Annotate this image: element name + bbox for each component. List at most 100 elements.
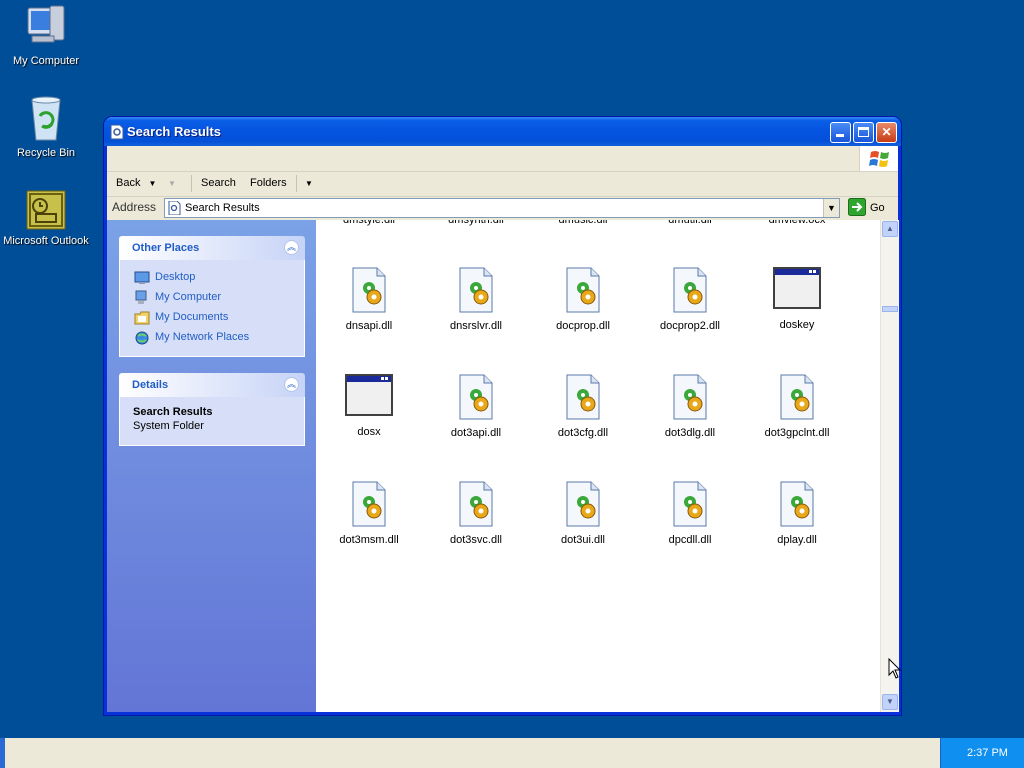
scroll-thumb[interactable] (882, 306, 898, 312)
address-input[interactable]: Search Results ▼ (164, 198, 840, 218)
address-bar: Address Search Results ▼ Go (107, 197, 898, 219)
exe-window-icon (773, 267, 821, 309)
desktop-icon (134, 271, 150, 284)
file-name: dplay.dll (777, 534, 817, 546)
back-button[interactable]: Back ▼ (116, 177, 156, 189)
vertical-scrollbar[interactable]: ▲ ▼ (880, 220, 899, 712)
close-button[interactable]: ✕ (876, 122, 897, 143)
toolbar-separator (191, 175, 192, 192)
dll-file-icon (673, 267, 707, 313)
file-item[interactable]: dnsrslvr.dll (426, 266, 526, 332)
search-button[interactable]: Search (201, 177, 236, 189)
my-computer-icon (27, 5, 65, 43)
file-item-partial[interactable]: dmutil.dll (640, 220, 740, 226)
dll-file-icon (459, 374, 493, 420)
address-value: Search Results (185, 202, 260, 214)
views-dropdown[interactable]: ▼ (305, 179, 313, 188)
file-name: dot3ui.dll (560, 534, 606, 546)
go-arrow-icon (848, 198, 866, 216)
outlook-icon (26, 190, 66, 230)
other-places-title: Other Places (132, 242, 200, 254)
dll-file-icon (566, 374, 600, 420)
desktop-icon-my-computer[interactable]: My Computer (0, 4, 92, 67)
my-computer-icon (135, 290, 147, 304)
details-type: System Folder (133, 420, 204, 432)
folders-button[interactable]: Folders (250, 177, 287, 189)
collapse-chevron-icon[interactable]: ︽ (284, 377, 299, 392)
maximize-icon (858, 127, 869, 137)
file-name: dot3dlg.dll (664, 427, 716, 439)
chevron-down-icon: ▼ (148, 179, 157, 188)
file-name: dot3msm.dll (339, 534, 399, 546)
file-item[interactable]: dplay.dll (747, 480, 847, 546)
file-name: dot3svc.dll (450, 534, 502, 546)
other-places-header[interactable]: Other Places ︽ (119, 236, 305, 260)
file-item[interactable]: dot3api.dll (426, 373, 526, 439)
other-places-body: Desktop My Computer My Documents My Netw… (119, 260, 305, 357)
file-name: docprop2.dll (660, 320, 720, 332)
system-tray: 2:37 PM (940, 738, 1024, 768)
dll-file-icon (566, 267, 600, 313)
task-pane: Other Places ︽ Desktop My Computer My Do… (107, 220, 316, 712)
file-name: dot3gpclnt.dll (764, 427, 830, 439)
forward-dropdown[interactable]: ▼ (168, 179, 176, 188)
file-name: dosx (357, 426, 381, 438)
network-places-icon (135, 331, 149, 345)
window-title: Search Results (127, 124, 221, 139)
file-item-partial[interactable]: dmsynth.dll (426, 220, 526, 226)
dll-file-icon (780, 374, 814, 420)
file-item-partial[interactable]: dmview.ocx (747, 220, 847, 226)
windows-flag-icon (869, 151, 889, 167)
dll-file-icon (459, 267, 493, 313)
my-documents-icon (134, 311, 150, 325)
address-dropdown[interactable]: ▼ (823, 199, 839, 217)
file-name: dnsapi.dll (345, 320, 393, 332)
search-results-icon (168, 201, 181, 215)
start-area[interactable] (0, 738, 5, 768)
close-icon: ✕ (881, 125, 892, 139)
taskbar: 2:37 PM (0, 738, 1024, 768)
search-results-icon (110, 124, 124, 140)
details-name: Search Results (133, 406, 213, 418)
dll-file-icon (352, 481, 386, 527)
details-header[interactable]: Details ︽ (119, 373, 305, 397)
file-item[interactable]: dot3dlg.dll (640, 373, 740, 439)
file-item[interactable]: dot3ui.dll (533, 480, 633, 546)
go-label: Go (870, 202, 885, 214)
scroll-up-button[interactable]: ▲ (882, 221, 898, 237)
file-item[interactable]: docprop.dll (533, 266, 633, 332)
file-item[interactable]: dot3svc.dll (426, 480, 526, 546)
title-bar[interactable]: Search Results ✕ (104, 117, 901, 146)
dll-file-icon (352, 267, 386, 313)
maximize-button[interactable] (853, 122, 874, 143)
minimize-button[interactable] (830, 122, 851, 143)
details-body: Search Results System Folder (119, 397, 305, 446)
menu-bar (107, 146, 898, 172)
file-item[interactable]: docprop2.dll (640, 266, 740, 332)
file-item-partial[interactable]: dmstyle.dll (319, 220, 419, 226)
dll-file-icon (780, 481, 814, 527)
dll-file-icon (566, 481, 600, 527)
toolbar: Back ▼ ▼ Search Folders ▼ (107, 172, 898, 197)
file-item[interactable]: dpcdll.dll (640, 480, 740, 546)
file-item[interactable]: dosx (319, 373, 419, 438)
desktop-icon-recycle-bin[interactable]: Recycle Bin (0, 94, 92, 159)
scroll-down-button[interactable]: ▼ (882, 694, 898, 710)
desktop-icon-outlook[interactable]: Microsoft Outlook (0, 188, 92, 247)
file-name: dpcdll.dll (668, 534, 712, 546)
file-item-partial[interactable]: dmusic.dll (533, 220, 633, 226)
collapse-chevron-icon[interactable]: ︽ (284, 240, 299, 255)
dll-file-icon (459, 481, 493, 527)
file-item[interactable]: dot3cfg.dll (533, 373, 633, 439)
go-button[interactable]: Go (848, 198, 888, 217)
desktop-icon-label: Recycle Bin (16, 147, 76, 159)
file-item[interactable]: dot3gpclnt.dll (747, 373, 847, 439)
details-panel: Details ︽ Search Results System Folder (119, 373, 305, 446)
other-places-panel: Other Places ︽ Desktop My Computer My Do… (119, 236, 305, 357)
file-item[interactable]: dnsapi.dll (319, 266, 419, 332)
file-item[interactable]: doskey (747, 266, 847, 331)
dll-file-icon (673, 481, 707, 527)
file-item[interactable]: dot3msm.dll (319, 480, 419, 546)
clock[interactable]: 2:37 PM (967, 747, 1008, 759)
back-label: Back (116, 177, 141, 189)
